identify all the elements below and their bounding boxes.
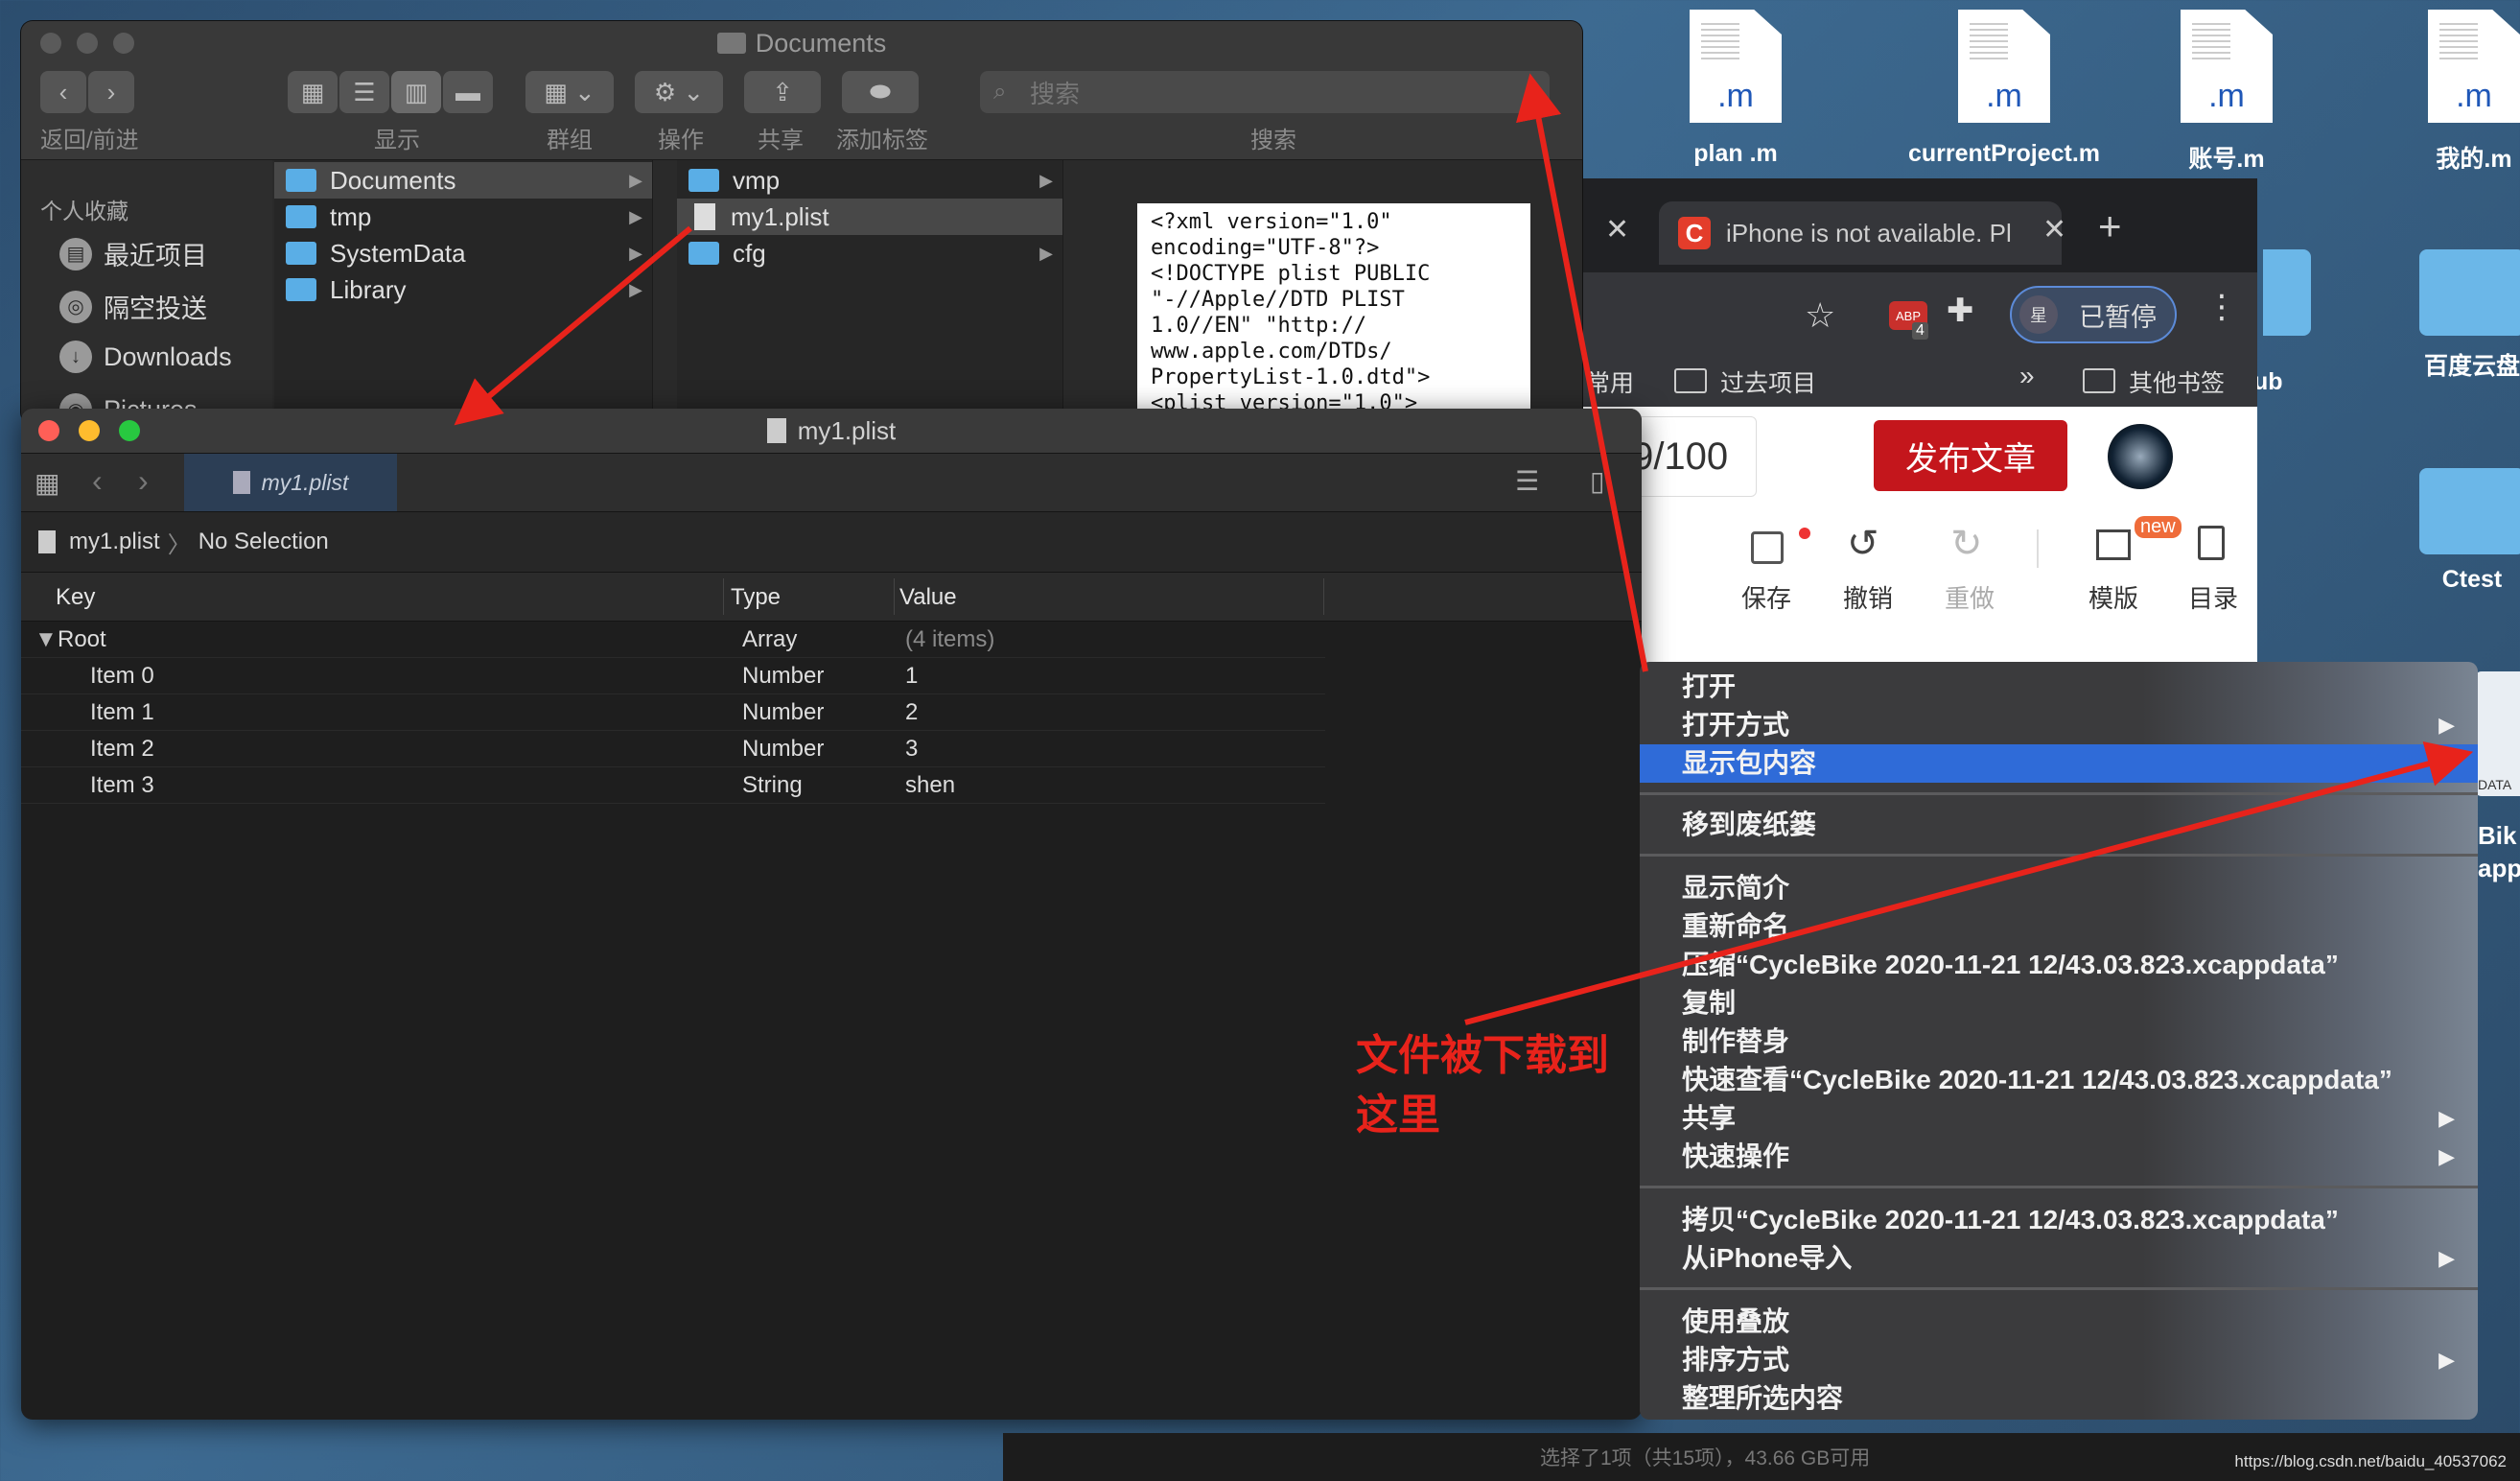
- arrow-to-plist: [454, 225, 692, 426]
- annotation-arrows: [454, 73, 2474, 1025]
- arrow-to-xcappdata: [1464, 741, 2474, 1025]
- arrow-to-search: [1515, 73, 1648, 672]
